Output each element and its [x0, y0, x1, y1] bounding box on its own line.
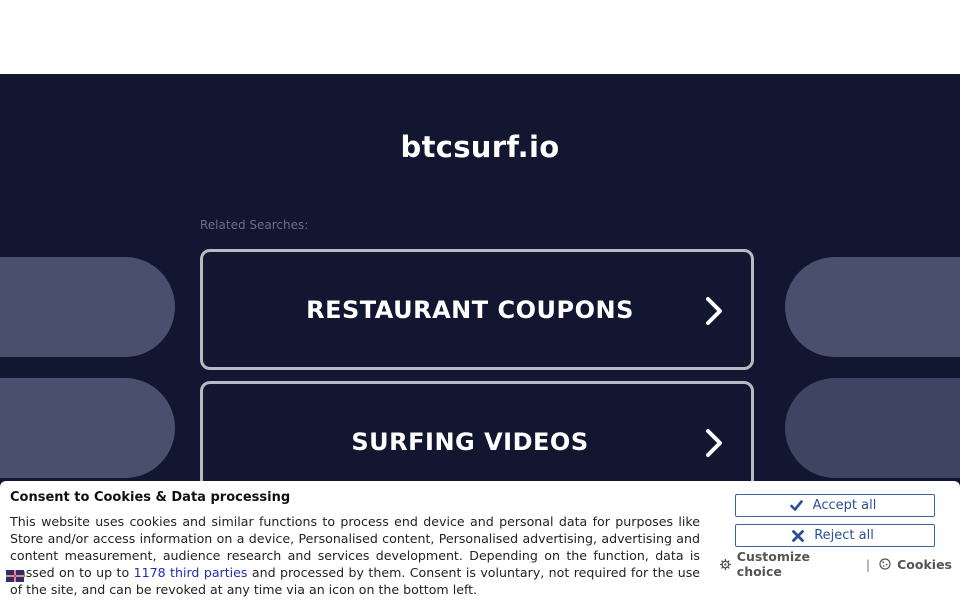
reject-all-label: Reject all [814, 528, 874, 543]
customize-choice-link[interactable]: Customize choice [720, 549, 857, 579]
check-icon [789, 500, 803, 511]
search-button-label: RESTAURANT COUPONS [306, 296, 634, 324]
accept-all-button[interactable]: Accept all [735, 494, 935, 517]
customize-choice-label: Customize choice [736, 549, 810, 579]
accept-all-label: Accept all [812, 498, 877, 513]
cookie-consent-banner: Consent to Cookies & Data processing Thi… [0, 481, 960, 600]
cookies-link[interactable]: Cookies [879, 557, 952, 572]
side-decoration-right-2 [785, 378, 960, 478]
third-parties-link[interactable]: 1178 third parties [134, 565, 248, 580]
side-decoration-right-1 [785, 257, 960, 357]
related-searches-label: Related Searches: [200, 218, 309, 232]
cookie-icon [879, 558, 891, 570]
flag-icon[interactable] [6, 570, 24, 582]
search-button-restaurant-coupons[interactable]: RESTAURANT COUPONS [200, 249, 754, 370]
gear-icon [720, 558, 731, 570]
link-separator: | [865, 556, 871, 572]
consent-description: This website uses cookies and similar fu… [10, 513, 700, 598]
chevron-right-icon [706, 297, 722, 325]
cookies-label: Cookies [897, 556, 952, 572]
chevron-right-icon [706, 429, 722, 457]
x-icon [792, 529, 805, 542]
side-decoration-left-1 [0, 257, 175, 357]
consent-title: Consent to Cookies & Data processing [10, 490, 291, 505]
site-title: btcsurf.io [400, 130, 560, 164]
reject-all-button[interactable]: Reject all [735, 524, 935, 547]
side-decoration-left-2 [0, 378, 175, 478]
top-ad-space [0, 0, 960, 74]
consent-links: Customize choice | Cookies [720, 549, 952, 579]
search-button-label: SURFING VIDEOS [351, 428, 589, 456]
